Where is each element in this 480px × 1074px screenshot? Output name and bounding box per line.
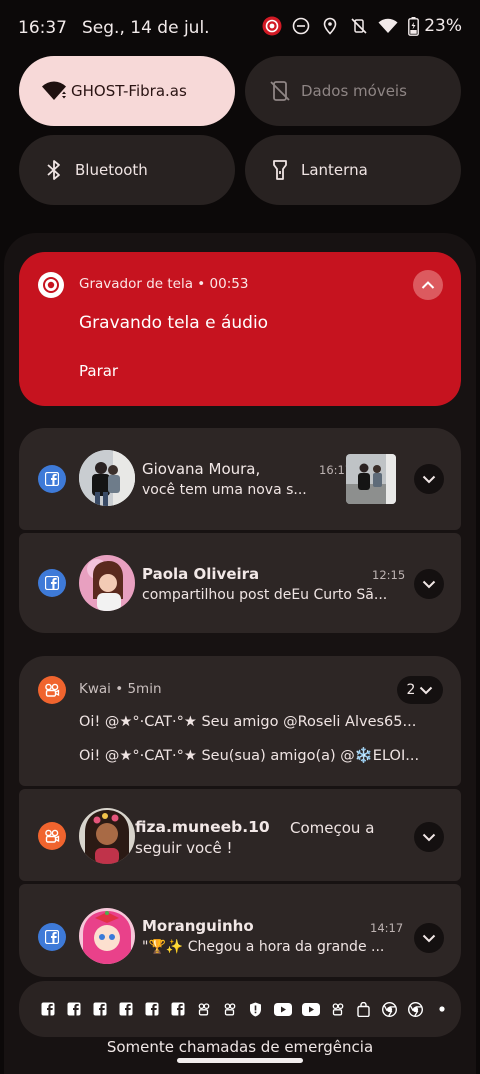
collapse-button[interactable]	[413, 270, 443, 300]
bag-icon	[355, 1001, 372, 1018]
sender-name: fiza.muneeb.10	[135, 818, 270, 836]
location-icon	[320, 16, 340, 36]
bluetooth-icon	[41, 157, 67, 183]
avatar	[79, 555, 135, 611]
vibrate-off-icon	[349, 16, 369, 36]
screen-recorder-notification[interactable]: Gravador de tela • 00:53 Gravando tela e…	[19, 252, 461, 406]
notification-fiza[interactable]: fiza.muneeb.10 Começou a seguir você !	[19, 789, 461, 881]
kwai-message-2: Oi! @★°·CAT·°★ Seu(sua) amigo(a) @❄️ELOI…	[79, 748, 420, 764]
battery-icon	[407, 16, 419, 36]
flashlight-icon	[267, 157, 293, 183]
screen-record-icon	[38, 272, 64, 298]
facebook-icon	[38, 923, 66, 951]
expand-button[interactable]	[414, 923, 444, 953]
status-icons: 23%	[262, 16, 462, 36]
youtube-icon	[273, 1001, 292, 1018]
shield-icon	[247, 1001, 264, 1018]
group-count-button[interactable]: 2	[397, 676, 443, 704]
chevron-down-icon	[422, 475, 436, 484]
avatar	[79, 808, 135, 864]
notification-giovana[interactable]: Giovana Moura, 16:17 você tem uma nova s…	[19, 428, 461, 530]
avatar	[79, 450, 135, 506]
tile-flashlight-label: Lanterna	[301, 161, 368, 179]
tile-bluetooth[interactable]: Bluetooth	[19, 135, 235, 205]
tile-bluetooth-label: Bluetooth	[75, 161, 148, 179]
chevron-down-icon	[422, 833, 436, 842]
expand-button[interactable]	[414, 464, 444, 494]
message-text: compartilhou post deEu Curto Sã...	[142, 587, 388, 603]
kwai-message-1: Oi! @★°·CAT·°★ Seu amigo @Roseli Alves65…	[79, 714, 417, 730]
kwai-app-time: Kwai • 5min	[79, 681, 162, 697]
gesture-handle[interactable]	[177, 1058, 303, 1063]
kwai-icon	[38, 676, 66, 704]
sender-name: Giovana Moura,	[142, 460, 261, 478]
mobile-data-off-icon	[267, 78, 293, 104]
message-text: Começou a	[290, 819, 375, 837]
tile-wifi-label: GHOST-Fibra.as	[71, 82, 187, 100]
chevron-down-icon	[420, 686, 433, 695]
facebook-icon	[38, 465, 66, 493]
screen-record-icon	[262, 16, 282, 36]
status-bar: 16:37 Seg., 14 de jul. 23%	[0, 0, 480, 56]
dnd-icon	[291, 16, 311, 36]
message-text: "🏆✨ Chegou a hora da grande ...	[142, 939, 385, 955]
timestamp: 14:17	[370, 921, 404, 935]
facebook-icon	[143, 1001, 160, 1018]
facebook-icon	[39, 1001, 56, 1018]
facebook-icon	[117, 1001, 134, 1018]
recorder-app-time: Gravador de tela • 00:53	[79, 276, 249, 292]
expand-button[interactable]	[414, 569, 444, 599]
wifi-icon	[41, 78, 67, 104]
stop-recording-button[interactable]: Parar	[79, 362, 118, 380]
kwai-icon	[38, 822, 66, 850]
battery-percent: 23%	[424, 16, 462, 36]
status-time: 16:37	[18, 18, 67, 38]
notification-kwai-group[interactable]: Kwai • 5min 2 Oi! @★°·CAT·°★ Seu amigo @…	[19, 656, 461, 786]
facebook-icon	[91, 1001, 108, 1018]
chevron-up-icon	[421, 281, 435, 289]
sender-name: Paola Oliveira	[142, 565, 260, 583]
group-count: 2	[406, 682, 416, 698]
timestamp: 12:15	[372, 568, 406, 582]
notification-icon-tray[interactable]	[19, 981, 461, 1037]
sender-name: Moranguinho	[142, 917, 254, 935]
chrome-icon	[381, 1001, 398, 1018]
kwai-icon	[221, 1001, 238, 1018]
chevron-down-icon	[422, 580, 436, 589]
tile-mobile-data-label: Dados móveis	[301, 82, 407, 100]
message-text: você tem uma nova s...	[142, 482, 307, 498]
youtube-icon	[301, 1001, 320, 1018]
notification-paola[interactable]: Paola Oliveira 12:15 compartilhou post d…	[19, 533, 461, 633]
recorder-title: Gravando tela e áudio	[79, 313, 269, 333]
kwai-icon	[195, 1001, 212, 1018]
notification-moranguinho[interactable]: Moranguinho 14:17 "🏆✨ Chegou a hora da g…	[19, 884, 461, 977]
avatar	[79, 908, 135, 964]
message-text-line2: seguir você !	[135, 839, 233, 857]
status-date: Seg., 14 de jul.	[82, 18, 210, 38]
facebook-icon	[38, 569, 66, 597]
expand-button[interactable]	[414, 822, 444, 852]
wifi-icon	[378, 16, 398, 36]
chrome-icon	[407, 1001, 424, 1018]
tile-wifi[interactable]: GHOST-Fibra.as	[19, 56, 235, 126]
tile-mobile-data[interactable]: Dados móveis	[245, 56, 461, 126]
dot-icon	[433, 1001, 450, 1018]
facebook-icon	[169, 1001, 186, 1018]
emergency-calls-only: Somente chamadas de emergência	[106, 1038, 374, 1056]
post-thumbnail	[346, 454, 396, 504]
tile-flashlight[interactable]: Lanterna	[245, 135, 461, 205]
chevron-down-icon	[422, 934, 436, 943]
facebook-icon	[65, 1001, 82, 1018]
kwai-icon	[329, 1001, 346, 1018]
